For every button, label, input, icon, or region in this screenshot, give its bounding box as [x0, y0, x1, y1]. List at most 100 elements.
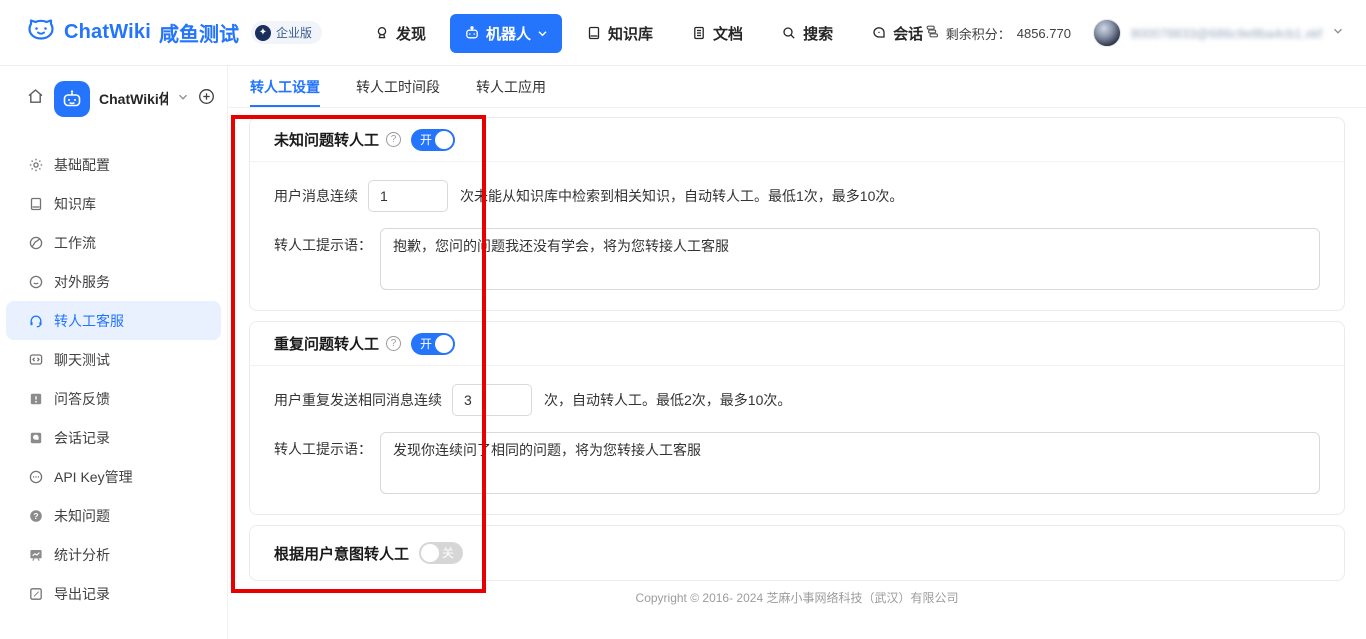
bot-selector-row: ChatWiki体验... — [0, 66, 227, 131]
toggle-knob — [421, 544, 439, 562]
coins-icon — [925, 24, 940, 42]
sidebar-item-label: 转人工客服 — [54, 311, 124, 331]
nav-docs-label: 文档 — [713, 23, 743, 44]
sidebar-item-human-transfer[interactable]: 转人工客服 — [6, 301, 221, 340]
tab-transfer-time-period[interactable]: 转人工时间段 — [356, 66, 440, 107]
credits: 剩余积分： 4856.770 — [925, 24, 1071, 43]
plan-badge: ✦ 企业版 — [251, 21, 322, 44]
discover-icon — [374, 25, 390, 41]
add-bot-icon[interactable] — [198, 88, 215, 110]
stats-chart-icon — [28, 547, 44, 563]
sidebar-item-unknown-questions[interactable]: ? 未知问题 — [6, 496, 221, 535]
nav-search-label: 搜索 — [803, 23, 833, 44]
toggle-label: 开 — [420, 129, 432, 151]
help-icon[interactable]: ? — [386, 336, 401, 351]
sidebar: ChatWiki体验... 基础配置 — [0, 66, 228, 639]
unknown-count-input[interactable] — [368, 180, 448, 212]
prompt-row: 转人工提示语： 发现你连续问了相同的问题，将为您转接人工客服 — [274, 432, 1320, 494]
nav-robot-label: 机器人 — [486, 23, 531, 44]
api-key-icon — [28, 469, 44, 485]
book-icon — [28, 196, 44, 212]
chevron-down-icon — [537, 28, 548, 39]
export-log-icon — [28, 586, 44, 602]
rule-row: 用户重复发送相同消息连续 次，自动转人工。最低2次，最多10次。 — [274, 384, 1320, 416]
sidebar-item-chat-test[interactable]: 聊天测试 — [6, 340, 221, 379]
rule-suffix: 次未能从知识库中检索到相关知识，自动转人工。最低1次，最多10次。 — [460, 186, 903, 206]
repeat-prompt-textarea[interactable]: 发现你连续问了相同的问题，将为您转接人工客服 — [380, 432, 1320, 494]
credits-value: 4856.770 — [1017, 26, 1071, 41]
repeat-count-input[interactable] — [452, 384, 532, 416]
section-title: 根据用户意图转人工 — [274, 543, 409, 564]
nav-knowledge[interactable]: 知识库 — [572, 14, 667, 53]
user-intent-toggle[interactable]: 关 — [419, 542, 463, 564]
tab-transfer-settings[interactable]: 转人工设置 — [250, 66, 320, 107]
sidebar-item-basic-config[interactable]: 基础配置 — [6, 145, 221, 184]
section-repeat-question-transfer: 重复问题转人工 ? 开 用户重复发送相同消息连续 次，自动转人工。最低2次，最多… — [249, 321, 1345, 515]
sidebar-item-workflow[interactable]: 工作流 — [6, 223, 221, 262]
unknown-prompt-textarea[interactable]: 抱歉，您问的问题我还没有学会，将为您转接人工客服 — [380, 228, 1320, 290]
rule-prefix: 用户消息连续 — [274, 186, 358, 206]
section-user-intent-transfer: 根据用户意图转人工 关 — [249, 525, 1345, 581]
document-icon — [691, 25, 707, 41]
section-header: 重复问题转人工 ? 开 — [250, 322, 1344, 366]
help-icon[interactable]: ? — [386, 132, 401, 147]
plan-badge-label: 企业版 — [276, 24, 312, 41]
rule-prefix: 用户重复发送相同消息连续 — [274, 390, 442, 410]
sidebar-item-export-log[interactable]: 导出记录 — [6, 574, 221, 613]
workspace-name: 咸鱼测试 — [159, 18, 239, 47]
session-log-icon — [28, 430, 44, 446]
settings-content: 未知问题转人工 ? 开 用户消息连续 次未能从知识库中检索到相关知识，自动转人工… — [228, 108, 1366, 606]
workflow-icon — [28, 235, 44, 251]
rule-suffix: 次，自动转人工。最低2次，最多10次。 — [544, 390, 791, 410]
prompt-label: 转人工提示语： — [274, 432, 372, 459]
headset-icon — [28, 313, 44, 329]
nav-discover[interactable]: 发现 — [360, 14, 440, 53]
sidebar-item-external-service[interactable]: 对外服务 — [6, 262, 221, 301]
sidebar-item-knowledge[interactable]: 知识库 — [6, 184, 221, 223]
unknown-question-toggle[interactable]: 开 — [411, 129, 455, 151]
bot-avatar[interactable] — [54, 81, 90, 117]
sidebar-menu: 基础配置 知识库 工作流 对外服务 — [0, 145, 227, 613]
sidebar-item-label: 统计分析 — [54, 545, 110, 565]
prompt-row: 转人工提示语： 抱歉，您问的问题我还没有学会，将为您转接人工客服 — [274, 228, 1320, 290]
sidebar-item-api-key[interactable]: API Key管理 — [6, 457, 221, 496]
sidebar-item-label: 导出记录 — [54, 584, 110, 604]
nav-robot[interactable]: 机器人 — [450, 14, 562, 53]
chat-bubble-icon — [28, 274, 44, 290]
toggle-label: 关 — [442, 542, 454, 564]
app-window: ChatWiki 咸鱼测试 ✦ 企业版 发现 — [0, 0, 1366, 639]
sidebar-item-qa-feedback[interactable]: 问答反馈 — [6, 379, 221, 418]
section-body: 用户消息连续 次未能从知识库中检索到相关知识，自动转人工。最低1次，最多10次。… — [250, 162, 1344, 310]
nav-docs[interactable]: 文档 — [677, 14, 757, 53]
sidebar-item-statistics[interactable]: 统计分析 — [6, 535, 221, 574]
sidebar-item-session-log[interactable]: 会话记录 — [6, 418, 221, 457]
logo[interactable]: ChatWiki 咸鱼测试 ✦ 企业版 — [0, 15, 322, 50]
user-avatar[interactable] — [1093, 19, 1121, 47]
repeat-question-toggle[interactable]: 开 — [411, 333, 455, 355]
main-panel: 转人工设置 转人工时间段 转人工应用 未知问题转人工 ? 开 用户消息连续 — [228, 66, 1366, 639]
chat-session-icon — [871, 25, 887, 41]
nav-discover-label: 发现 — [396, 23, 426, 44]
home-icon[interactable] — [26, 87, 45, 111]
section-header: 根据用户意图转人工 关 — [250, 526, 1344, 580]
tab-transfer-application[interactable]: 转人工应用 — [476, 66, 546, 107]
tab-bar: 转人工设置 转人工时间段 转人工应用 — [228, 66, 1366, 108]
search-icon — [781, 25, 797, 41]
top-header: ChatWiki 咸鱼测试 ✦ 企业版 发现 — [0, 0, 1366, 66]
sidebar-item-label: 问答反馈 — [54, 389, 110, 409]
section-title: 重复问题转人工 — [274, 333, 379, 354]
bot-name[interactable]: ChatWiki体验... — [99, 89, 168, 109]
user-menu-chevron-icon[interactable] — [1332, 24, 1344, 42]
bot-switch-chevron-icon[interactable] — [177, 90, 189, 108]
nav-search[interactable]: 搜索 — [767, 14, 847, 53]
section-header: 未知问题转人工 ? 开 — [250, 118, 1344, 162]
toggle-label: 开 — [420, 333, 432, 355]
sidebar-item-label: API Key管理 — [54, 467, 133, 487]
section-unknown-question-transfer: 未知问题转人工 ? 开 用户消息连续 次未能从知识库中检索到相关知识，自动转人工… — [249, 117, 1345, 311]
sidebar-item-label: 工作流 — [54, 233, 96, 253]
sidebar-item-label: 基础配置 — [54, 155, 110, 175]
user-email: 800078833@686c9e8ba4cb1.xkf — [1131, 26, 1322, 41]
sidebar-item-label: 知识库 — [54, 194, 96, 214]
section-body: 用户重复发送相同消息连续 次，自动转人工。最低2次，最多10次。 转人工提示语：… — [250, 366, 1344, 514]
knowledge-base-icon — [586, 25, 602, 41]
